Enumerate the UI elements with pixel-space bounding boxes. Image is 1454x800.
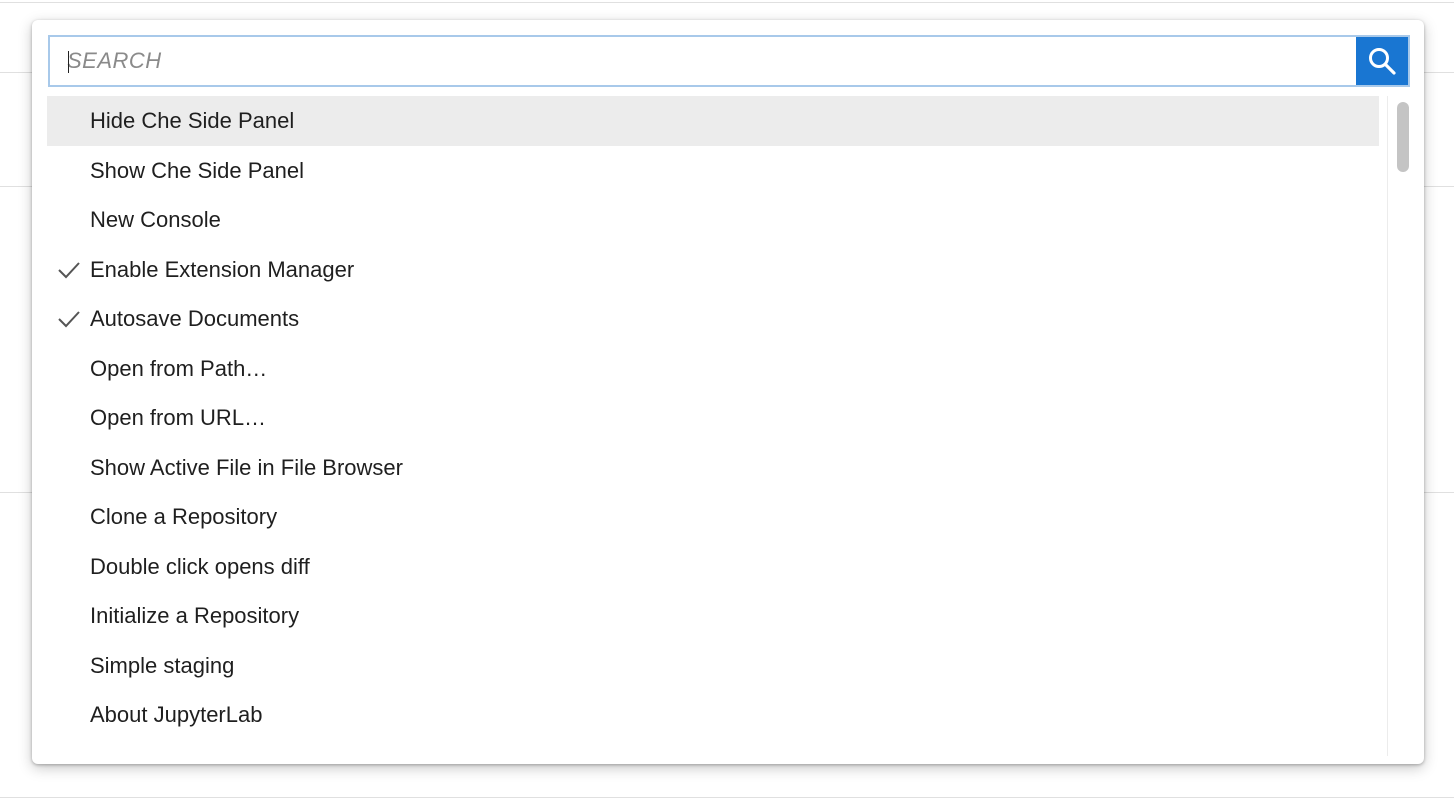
command-label: Hide Che Side Panel	[90, 108, 295, 133]
command-label: Show Che Side Panel	[90, 157, 305, 183]
command-label: Open from URL…	[90, 405, 267, 430]
command-palette: Hide Che Side Panel Show Che Side Panel Ne…	[32, 20, 1424, 764]
command-label: Simple staging	[90, 652, 235, 678]
search-button[interactable]	[1356, 37, 1408, 85]
command-label: New Console	[90, 207, 221, 232]
checkmark-icon	[58, 311, 80, 328]
scrollbar[interactable]	[1387, 96, 1417, 756]
text-caret	[68, 51, 69, 73]
command-item[interactable]: Clone a Repository	[47, 492, 1379, 542]
command-item[interactable]: Double click opens diff	[47, 542, 1379, 592]
command-label: Double click opens diff	[90, 553, 310, 579]
command-item[interactable]: Autosave Documents	[47, 294, 1379, 344]
command-item[interactable]: About MAAP	[47, 740, 1379, 757]
search-box	[48, 35, 1410, 87]
command-label: Show Active File in File Browser	[90, 454, 403, 480]
command-item[interactable]: Enable Extension Manager	[47, 245, 1379, 295]
command-label: About MAAP	[90, 752, 216, 757]
command-item[interactable]: Open from URL…	[47, 393, 1379, 443]
command-item[interactable]: About JupyterLab	[47, 690, 1379, 740]
command-item[interactable]: Initialize a Repository	[47, 591, 1379, 641]
command-label: Enable Extension Manager	[90, 256, 355, 282]
command-item[interactable]: Open from Path…	[47, 344, 1379, 394]
command-label: Clone a Repository	[90, 504, 278, 529]
command-item[interactable]: Simple staging	[47, 641, 1379, 691]
command-item[interactable]: Show Active File in File Browser	[47, 443, 1379, 493]
checkmark-icon	[58, 261, 80, 278]
command-label: Initialize a Repository	[90, 603, 300, 628]
command-item[interactable]: Hide Che Side Panel	[47, 96, 1379, 146]
command-label: About JupyterLab	[90, 702, 263, 727]
command-list: Hide Che Side Panel Show Che Side Panel Ne…	[47, 96, 1379, 756]
background-divider	[0, 797, 1454, 798]
search-input[interactable]	[50, 37, 1356, 85]
background-divider	[0, 2, 1454, 3]
command-item[interactable]: Show Che Side Panel	[47, 146, 1379, 196]
command-label: Autosave Documents	[90, 306, 300, 331]
command-item[interactable]: New Console	[47, 195, 1379, 245]
scrollbar-thumb[interactable]	[1397, 102, 1409, 172]
command-label: Open from Path…	[90, 355, 268, 381]
search-icon	[1369, 48, 1396, 75]
